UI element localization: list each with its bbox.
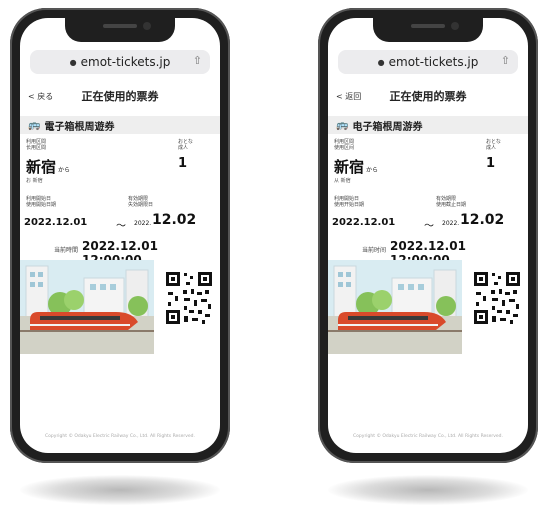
- date-separator: ～: [116, 221, 126, 232]
- notch: [373, 18, 483, 42]
- end-date-year: 2022.: [442, 220, 460, 227]
- current-time-label: 当前时间: [362, 247, 387, 254]
- share-icon[interactable]: ⇧: [193, 54, 202, 67]
- station-name: 新宿 から: [26, 158, 71, 176]
- ticket-name: 电子箱根周游券: [352, 121, 423, 133]
- qr-code-icon: [472, 270, 522, 326]
- nav-row: < 返回 正在使用的票券: [336, 86, 520, 106]
- address-bar[interactable]: ● emot-tickets.jp ⇧: [338, 50, 518, 74]
- start-date-label: 利用開始日 使用开始日期: [334, 196, 365, 208]
- passenger-count: 1: [178, 156, 188, 171]
- end-date: 12.02: [152, 212, 197, 228]
- end-date-year: 2022.: [134, 220, 152, 227]
- page-title: 正在使用的票券: [389, 90, 467, 103]
- date-separator: ～: [424, 221, 434, 232]
- train-illustration: [328, 260, 462, 354]
- share-icon[interactable]: ⇧: [501, 54, 510, 67]
- end-date-label: 有効期限 失効期限日: [128, 196, 154, 208]
- end-date-label: 有効期限 使用截止日期: [436, 196, 467, 208]
- phone-screen: ● emot-tickets.jp ⇧ < 戻る 正在使用的票券 🚌 電子箱根周…: [20, 18, 220, 453]
- passenger-count: 1: [486, 156, 496, 171]
- bus-icon: 🚌: [28, 119, 41, 131]
- start-date: 2022.12.01: [24, 217, 88, 228]
- bus-icon: 🚌: [336, 119, 349, 131]
- notch: [65, 18, 175, 42]
- end-date: 12.02: [460, 212, 505, 228]
- passenger-label: おとな 成人: [178, 139, 193, 151]
- start-date-label: 利用開始日 使用開始日期: [26, 196, 57, 208]
- station-subtext: お 新宿: [26, 178, 43, 184]
- current-time-label: 当前時間: [54, 247, 79, 254]
- nav-row: < 戻る 正在使用的票券: [28, 86, 212, 106]
- page-title: 正在使用的票券: [81, 90, 159, 103]
- ticket-header: 🚌 电子箱根周游券: [328, 116, 528, 134]
- area-label: 利用区間 使用区间: [334, 139, 355, 151]
- phone-shadow: [20, 475, 220, 505]
- area-label: 利用区間 长用区間: [26, 139, 47, 151]
- lock-icon: ●: [377, 57, 385, 67]
- chevron-left-icon: <: [336, 91, 343, 101]
- phone-right: ● emot-tickets.jp ⇧ < 返回 正在使用的票券 🚌 电子箱根周…: [318, 8, 538, 463]
- back-button[interactable]: < 返回: [336, 91, 386, 102]
- chevron-left-icon: <: [28, 91, 35, 101]
- back-button[interactable]: < 戻る: [28, 91, 78, 102]
- url-text: emot-tickets.jp: [80, 55, 171, 69]
- address-bar[interactable]: ● emot-tickets.jp ⇧: [30, 50, 210, 74]
- station-subtext: 从 新宿: [334, 178, 351, 184]
- url-text: emot-tickets.jp: [388, 55, 479, 69]
- station-name: 新宿 から: [334, 158, 379, 176]
- start-date: 2022.12.01: [332, 217, 396, 228]
- qr-code-icon: [164, 270, 214, 326]
- passenger-label: おとな 成人: [486, 139, 501, 151]
- lock-icon: ●: [69, 57, 77, 67]
- phone-left: ● emot-tickets.jp ⇧ < 戻る 正在使用的票券 🚌 電子箱根周…: [10, 8, 230, 463]
- phone-screen: ● emot-tickets.jp ⇧ < 返回 正在使用的票券 🚌 电子箱根周…: [328, 18, 528, 453]
- phone-shadow: [328, 475, 528, 505]
- copyright-footer: Copyright © Odakyu Electric Railway Co.,…: [45, 434, 195, 439]
- copyright-footer: Copyright © Odakyu Electric Railway Co.,…: [353, 434, 503, 439]
- train-illustration: [20, 260, 154, 354]
- ticket-name: 電子箱根周遊券: [44, 121, 115, 133]
- ticket-header: 🚌 電子箱根周遊券: [20, 116, 220, 134]
